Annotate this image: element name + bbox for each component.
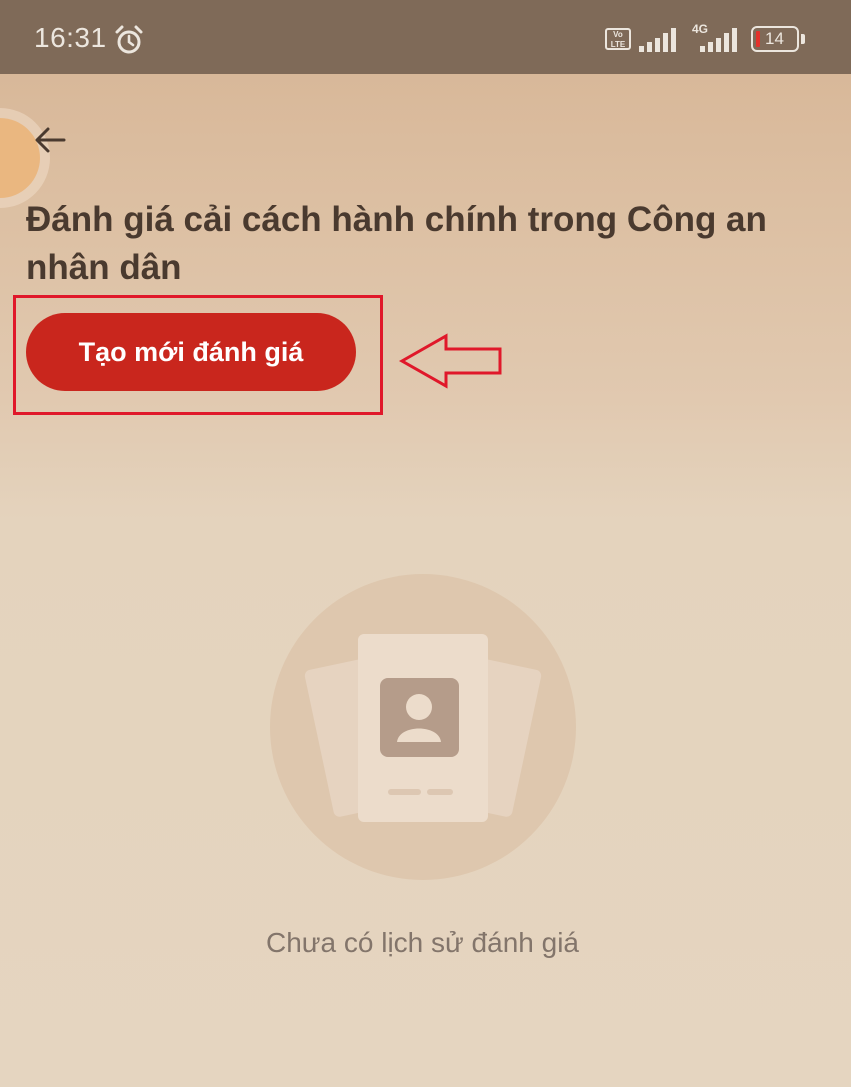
id-card-illustration	[270, 574, 576, 880]
battery-percent: 14	[765, 29, 784, 48]
signal-4g-icon	[700, 28, 737, 52]
arrow-left-icon	[35, 127, 66, 153]
battery-cap	[801, 34, 805, 44]
alarm-icon	[115, 25, 143, 54]
battery-icon: 14	[751, 26, 799, 52]
annotation-highlight-box	[13, 295, 383, 415]
app-screen: 16:31 Vo LTE 4G 14 Đánh giá cải cách hàn…	[0, 0, 851, 1087]
signal-icon	[639, 28, 676, 52]
back-button[interactable]	[28, 118, 72, 162]
empty-state-message: Chưa có lịch sử đánh giá	[266, 927, 579, 958]
battery-level-fill	[756, 31, 760, 47]
page-title: Đánh giá cải cách hành chính trong Công …	[26, 200, 767, 287]
status-time: 16:31	[34, 22, 107, 53]
status-bar: 16:31 Vo LTE 4G 14	[0, 0, 851, 74]
volte-icon: Vo LTE	[605, 28, 631, 50]
annotation-arrow-icon	[398, 333, 502, 389]
